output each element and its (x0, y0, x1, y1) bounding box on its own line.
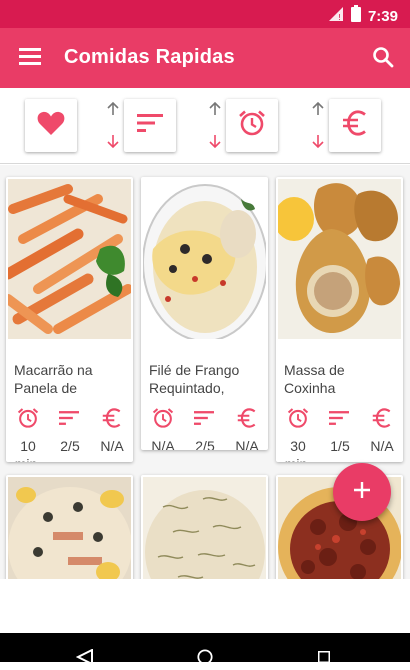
arrow-up-icon (209, 101, 221, 121)
recipe-photo-5 (143, 477, 266, 579)
recipe-price: N/A (235, 438, 259, 450)
rating-filter-button[interactable] (124, 99, 176, 152)
app-bar: Comidas Rapidas (0, 28, 410, 88)
recipe-difficulty: 2/5 (195, 438, 215, 450)
recipe-time: 30 min. (285, 438, 311, 462)
rating-sort-arrows[interactable] (106, 98, 120, 154)
svg-text:!: ! (338, 13, 341, 22)
recipe-price: N/A (100, 438, 124, 454)
add-recipe-button[interactable] (333, 463, 391, 521)
recipe-card[interactable]: Massa de Coxinha 30 min. 1/5 N/A (276, 177, 403, 462)
price-sort-arrows[interactable] (311, 98, 325, 154)
recipe-icons (6, 406, 133, 430)
time-filter-button[interactable] (226, 99, 278, 152)
alarm-clock-icon (286, 406, 310, 430)
recipe-card[interactable]: Macarrão na Panela de 10 min. 2/5 N/A (6, 177, 133, 462)
search-icon[interactable] (372, 46, 394, 68)
recipe-photo-pasta (6, 179, 133, 339)
alarm-clock-icon (238, 109, 266, 142)
filter-bar (0, 88, 410, 164)
recipe-card[interactable] (6, 475, 133, 579)
alarm-clock-icon (151, 406, 175, 430)
sort-lines-icon (192, 406, 216, 430)
recipe-icons (276, 406, 403, 430)
recipe-difficulty: 1/5 (330, 438, 350, 454)
favorites-filter-button[interactable] (25, 99, 77, 152)
recipe-price: N/A (370, 438, 394, 454)
page-title: Comidas Rapidas (64, 46, 235, 68)
back-icon[interactable] (75, 648, 94, 670)
recipe-name: Macarrão na Panela de (14, 362, 93, 396)
recipe-icons (141, 406, 268, 430)
time-sort-arrows[interactable] (208, 98, 222, 154)
recipe-card[interactable]: Filé de Frango Requintado, N/A 2/5 N/A (141, 177, 268, 450)
heart-icon (37, 110, 65, 141)
arrow-down-icon (312, 134, 324, 153)
price-filter-button[interactable] (329, 99, 381, 152)
system-navigation-bar (0, 633, 410, 666)
recipe-photo-4 (8, 477, 132, 579)
sort-lines-icon (57, 406, 81, 430)
home-icon[interactable] (196, 649, 214, 670)
recipe-name: Massa de Coxinha (284, 362, 345, 396)
recipe-name: Filé de Frango Requintado, (149, 362, 240, 396)
recents-icon[interactable] (316, 650, 332, 668)
alarm-clock-icon (16, 406, 40, 430)
recipe-time: N/A (151, 438, 175, 450)
recipe-difficulty: 2/5 (60, 438, 80, 454)
arrow-up-icon (107, 101, 119, 121)
bottom-spacer (0, 579, 410, 633)
recipe-time: 10 min. (15, 438, 41, 462)
clock: 7:39 (367, 7, 398, 25)
recipe-photo-chicken (142, 179, 268, 342)
menu-icon[interactable] (19, 48, 41, 66)
euro-icon (370, 406, 394, 430)
euro-icon (100, 406, 124, 430)
sort-lines-icon (327, 406, 351, 430)
euro-icon (341, 110, 369, 141)
arrow-down-icon (107, 134, 119, 153)
euro-icon (235, 406, 259, 430)
arrow-down-icon (209, 134, 221, 153)
arrow-up-icon (312, 101, 324, 121)
sort-lines-icon (137, 113, 163, 138)
battery-icon (350, 5, 361, 27)
plus-icon (353, 481, 371, 504)
status-bar: ! 7:39 (0, 0, 410, 28)
recipe-card[interactable] (141, 475, 268, 579)
recipe-photo-coxinha (276, 179, 401, 339)
signal-icon: ! (328, 6, 344, 27)
